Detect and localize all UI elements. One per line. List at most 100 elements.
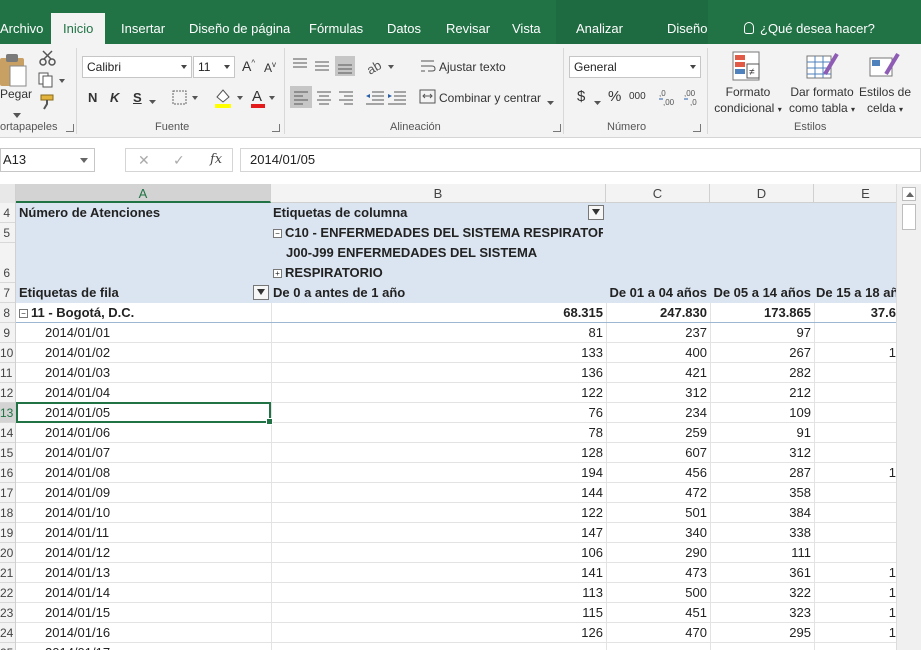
tab-datos[interactable]: Datos [387, 15, 421, 44]
cell-col-e[interactable] [816, 443, 896, 463]
cell-col-e[interactable]: 1 [816, 463, 896, 483]
grow-font-button[interactable]: A^ [242, 58, 255, 74]
cell-col-c[interactable]: 421 [606, 363, 710, 383]
cell-col-d[interactable]: 358 [710, 483, 814, 503]
row-label-date[interactable]: 2014/01/10 [45, 503, 265, 523]
cell-col-c[interactable]: 607 [606, 443, 710, 463]
collapse-icon[interactable]: − [273, 229, 282, 238]
row-header[interactable]: 17 [0, 483, 15, 503]
cell-col-b[interactable]: 122 [271, 503, 606, 523]
name-box[interactable]: A13 [0, 148, 95, 172]
row-label-date[interactable]: 2014/01/13 [45, 563, 265, 583]
tab-formulas[interactable]: Fórmulas [309, 15, 363, 44]
tab-diseno-pagina[interactable]: Diseño de página [189, 15, 290, 44]
conditional-format-button[interactable]: Formato condicional ▾ [709, 84, 787, 118]
thousands-button[interactable]: 000 [629, 91, 646, 102]
copy-icon[interactable] [38, 72, 66, 88]
cell-col-b[interactable]: 147 [271, 523, 606, 543]
currency-button[interactable]: $ [577, 88, 585, 105]
decrease-decimal-button[interactable]: ,00,0 [684, 88, 704, 108]
row-header[interactable]: 10 [0, 343, 15, 363]
cell-col-e[interactable] [816, 423, 896, 443]
cell-col-d[interactable]: 212 [710, 383, 814, 403]
wrap-text-button[interactable]: Ajustar texto [439, 60, 506, 74]
tab-inicio[interactable]: Inicio [51, 13, 106, 44]
cell-col-b[interactable] [271, 643, 606, 650]
merge-center-icon[interactable] [419, 88, 437, 106]
cell-col-c[interactable]: 500 [606, 583, 710, 603]
row-label-date[interactable]: 2014/01/07 [45, 443, 265, 463]
row-header[interactable]: 15 [0, 443, 15, 463]
group-total-d[interactable]: 173.865 [710, 303, 814, 323]
row-header[interactable]: 25 [0, 643, 15, 650]
cell-col-e[interactable] [816, 403, 896, 423]
cell-col-e[interactable]: 1 [816, 623, 896, 643]
cell-col-d[interactable]: 111 [710, 543, 814, 563]
pivot-group-j00-line1[interactable]: J00-J99 ENFERMEDADES DEL SISTEMA [286, 243, 606, 263]
tab-archivo[interactable]: Archivo [0, 15, 43, 44]
pivot-group-j00[interactable]: + RESPIRATORIO [273, 263, 593, 283]
row-header[interactable]: 24 [0, 623, 15, 643]
row-header[interactable]: 9 [0, 323, 15, 343]
increase-decimal-button[interactable]: ,0,00 [659, 88, 679, 108]
cell-col-e[interactable] [816, 483, 896, 503]
cell-col-b[interactable]: 136 [271, 363, 606, 383]
column-filter-icon[interactable] [588, 205, 604, 220]
row-label-date[interactable]: 2014/01/04 [45, 383, 265, 403]
row-label-date[interactable]: 2014/01/08 [45, 463, 265, 483]
row-header[interactable]: 12 [0, 383, 15, 403]
cell-col-c[interactable]: 400 [606, 343, 710, 363]
cell-col-c[interactable]: 340 [606, 523, 710, 543]
cell-col-c[interactable]: 259 [606, 423, 710, 443]
tab-vista[interactable]: Vista [512, 15, 541, 44]
row-header[interactable]: 13 [0, 403, 15, 423]
row-header[interactable]: 7 [0, 283, 15, 303]
merge-dropdown-icon[interactable] [547, 96, 555, 105]
cell-styles-button[interactable]: Estilos de celda ▾ [857, 84, 913, 118]
row-label-date[interactable]: 2014/01/03 [45, 363, 265, 383]
column-header-a[interactable]: A [16, 184, 271, 203]
number-launcher-icon[interactable] [693, 124, 701, 132]
orientation-button[interactable]: ab [364, 56, 396, 78]
underline-button[interactable]: S [133, 90, 142, 105]
group-total-b[interactable]: 68.315 [271, 303, 606, 323]
cell-col-c[interactable]: 456 [606, 463, 710, 483]
alignment-launcher-icon[interactable] [553, 124, 561, 132]
pivot-group-c10[interactable]: − C10 - ENFERMEDADES DEL SISTEMA RESPIRAT… [273, 223, 603, 243]
cell-col-c[interactable]: 473 [606, 563, 710, 583]
cell-col-c[interactable]: 451 [606, 603, 710, 623]
currency-dropdown-icon[interactable] [594, 96, 602, 105]
cell-col-d[interactable]: 109 [710, 403, 814, 423]
group-total-e[interactable]: 37.6 [816, 303, 896, 323]
cell-col-d[interactable]: 361 [710, 563, 814, 583]
cell-col-d[interactable]: 282 [710, 363, 814, 383]
cell-col-d[interactable] [710, 643, 814, 650]
row-header[interactable]: 4 [0, 203, 15, 223]
cell-col-e[interactable]: 1 [816, 563, 896, 583]
row-header[interactable]: 11 [0, 363, 15, 383]
tab-insertar[interactable]: Insertar [121, 15, 165, 44]
font-launcher-icon[interactable] [272, 124, 280, 132]
formula-input[interactable]: 2014/01/05 [240, 148, 921, 172]
scroll-thumb[interactable] [902, 204, 916, 230]
row-label-date[interactable]: 2014/01/15 [45, 603, 265, 623]
font-name-combo[interactable]: Calibri [82, 56, 192, 78]
bold-button[interactable]: N [88, 90, 97, 105]
cell-col-c[interactable]: 470 [606, 623, 710, 643]
row-header[interactable]: 22 [0, 583, 15, 603]
cell-col-c[interactable] [606, 643, 710, 650]
cell-col-e[interactable] [816, 643, 896, 650]
tab-diseno[interactable]: Diseño [667, 15, 707, 44]
row-label-date[interactable]: 2014/01/02 [45, 343, 265, 363]
row-header[interactable]: 20 [0, 543, 15, 563]
cell-col-e[interactable] [816, 383, 896, 403]
insert-function-icon[interactable]: fx [210, 152, 222, 167]
underline-dropdown-icon[interactable] [149, 95, 157, 104]
cell-col-d[interactable]: 384 [710, 503, 814, 523]
cell-col-b[interactable]: 141 [271, 563, 606, 583]
row-label-date[interactable]: 2014/01/06 [45, 423, 265, 443]
cut-icon[interactable] [39, 50, 57, 66]
cell-col-b[interactable]: 128 [271, 443, 606, 463]
cell-col-d[interactable]: 91 [710, 423, 814, 443]
cell-col-d[interactable]: 323 [710, 603, 814, 623]
